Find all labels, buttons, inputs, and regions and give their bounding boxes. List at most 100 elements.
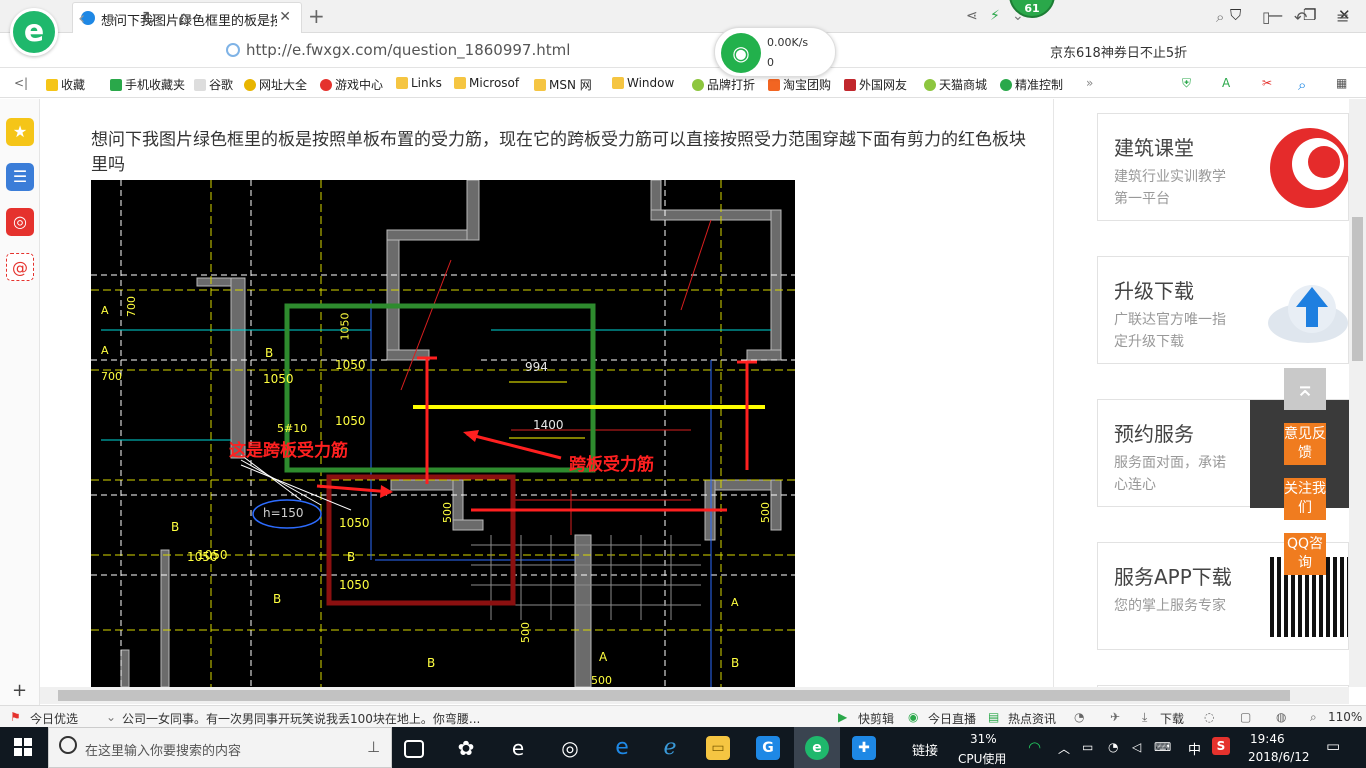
- expand-icon[interactable]: ⌄: [106, 710, 116, 724]
- scroll-thumb[interactable]: [1352, 217, 1363, 361]
- task-view-icon[interactable]: [404, 740, 424, 758]
- phone-icon[interactable]: ▯: [1262, 8, 1270, 26]
- battery-icon[interactable]: ▭: [1082, 740, 1093, 754]
- wifi-tray-icon[interactable]: ◠: [1028, 738, 1041, 756]
- bookmark-item[interactable]: 游戏中心: [320, 76, 383, 93]
- search-promo[interactable]: 京东618神券日不止5折: [1050, 42, 1187, 61]
- speed-icon[interactable]: ◔: [1074, 710, 1084, 724]
- bookmark-item[interactable]: 谷歌: [194, 76, 233, 93]
- vertical-scrollbar[interactable]: [1349, 99, 1366, 687]
- bookmark-item[interactable]: 淘宝团购: [768, 76, 831, 93]
- forward-icon[interactable]: ›: [110, 8, 117, 29]
- dropdown-icon[interactable]: ⌄: [1012, 8, 1024, 24]
- add-sidebar-icon[interactable]: +: [12, 680, 27, 701]
- card-construction-class[interactable]: 建筑课堂 建筑行业实训教学第一平台: [1097, 113, 1349, 221]
- card-desc: 服务面对面，承诺心连心: [1114, 455, 1226, 493]
- windows-start-icon[interactable]: [14, 738, 32, 756]
- network-widget[interactable]: ◉ 0.00K/s 0: [714, 27, 836, 77]
- back-to-top-button[interactable]: ⌅: [1284, 368, 1326, 410]
- lightning-icon[interactable]: ⚡: [990, 8, 1000, 24]
- refresh-icon[interactable]: ↻: [142, 8, 157, 29]
- horizontal-scrollbar[interactable]: [40, 687, 1349, 704]
- new-tab-button[interactable]: +: [308, 4, 325, 28]
- taskbar-search[interactable]: 在这里输入你要搜索的内容 ⊥: [48, 727, 392, 768]
- broom-icon[interactable]: ◌: [1204, 710, 1214, 724]
- ime-indicator[interactable]: 中: [1188, 739, 1201, 758]
- microphone-icon[interactable]: ⊥: [367, 738, 380, 756]
- clock-time[interactable]: 19:46: [1250, 732, 1285, 746]
- undo-icon[interactable]: ↶: [1294, 8, 1307, 27]
- glodon-app-icon[interactable]: G: [756, 736, 780, 760]
- sidebar-toggle-icon[interactable]: <|: [14, 76, 28, 90]
- feedback-button[interactable]: 意见反馈: [1284, 423, 1326, 465]
- address-field[interactable]: http://e.fwxgx.com/question_1860997.html: [226, 41, 646, 61]
- scroll-thumb[interactable]: [58, 690, 1290, 701]
- close-tab-icon[interactable]: ✕: [279, 9, 291, 25]
- grid-icon[interactable]: ▦: [1336, 76, 1347, 90]
- today-picks[interactable]: 今日优选: [30, 710, 78, 727]
- edge-icon[interactable]: e: [610, 736, 634, 760]
- shield-icon[interactable]: ⛨: [1182, 76, 1191, 91]
- bookmark-item[interactable]: MSN 网: [534, 76, 592, 93]
- card-title: 预约服务: [1114, 422, 1194, 446]
- network-icon[interactable]: ◔: [1108, 740, 1118, 754]
- fan-app-icon[interactable]: ✿: [454, 736, 478, 760]
- sogou-icon[interactable]: S: [1212, 737, 1230, 755]
- share-icon[interactable]: ⋖: [966, 8, 978, 24]
- label-right: 跨板受力筋: [569, 455, 654, 475]
- download-link[interactable]: 下载: [1160, 710, 1184, 727]
- reader-icon[interactable]: ☰: [6, 163, 34, 191]
- translate-icon[interactable]: A: [1222, 76, 1230, 90]
- favorites-star-icon[interactable]: ★: [6, 118, 34, 146]
- back-icon[interactable]: ‹: [78, 8, 85, 29]
- pointer-app-icon[interactable]: ✚: [852, 736, 876, 760]
- mute-icon[interactable]: ◍: [1276, 710, 1286, 724]
- ie-e-icon[interactable]: e: [506, 736, 530, 760]
- qq-consult-button[interactable]: QQ咨询: [1284, 533, 1326, 575]
- magnifier-icon[interactable]: ⌕: [1298, 76, 1306, 94]
- link-label[interactable]: 链接: [912, 740, 938, 759]
- bookmark-item[interactable]: 手机收藏夹: [110, 76, 185, 93]
- cad-dim: 500: [591, 674, 612, 687]
- cad-dim: A: [101, 304, 109, 317]
- scissors-icon[interactable]: ✂: [1262, 76, 1272, 90]
- card-upgrade-download[interactable]: 升级下载 广联达官方唯一指定升级下载: [1097, 256, 1349, 364]
- news-ticker[interactable]: 公司一女同事。有一次男同事开玩笑说我丢100块在地上。你弯腰...: [122, 710, 492, 727]
- notification-center-icon[interactable]: ▭: [1326, 737, 1340, 755]
- file-explorer-icon[interactable]: ▭: [706, 736, 730, 760]
- live-link[interactable]: 今日直播: [928, 710, 976, 727]
- clock-date[interactable]: 2018/6/12: [1248, 750, 1310, 764]
- bookmark-item[interactable]: Window: [612, 76, 674, 90]
- browser-task-icon[interactable]: e: [805, 736, 829, 760]
- hot-news-link[interactable]: 热点资讯: [1008, 710, 1056, 727]
- live-icon: ◉: [908, 710, 919, 724]
- shirt-icon[interactable]: ⛉: [1230, 6, 1241, 24]
- browser-logo[interactable]: e: [10, 8, 58, 56]
- home-icon[interactable]: ⌂: [178, 8, 189, 29]
- follow-us-button[interactable]: 关注我们: [1284, 478, 1326, 520]
- more-bookmarks-icon[interactable]: »: [1086, 76, 1093, 90]
- search-icon[interactable]: ⌕: [1216, 8, 1224, 26]
- menu-icon[interactable]: ≡: [1336, 8, 1349, 27]
- kuaijian-link[interactable]: 快剪辑: [858, 710, 894, 727]
- 360-icon[interactable]: ◎: [558, 736, 582, 760]
- bookmark-item[interactable]: 品牌打折: [692, 76, 755, 93]
- bookmark-item[interactable]: 精准控制: [1000, 76, 1063, 93]
- pin-icon[interactable]: ✈: [1110, 710, 1120, 724]
- bookmark-item[interactable]: 网址大全: [244, 76, 307, 93]
- bookmark-item[interactable]: Microsof: [454, 76, 519, 90]
- zoom-level[interactable]: 110%: [1328, 710, 1362, 724]
- bookmark-item[interactable]: 收藏: [46, 76, 85, 93]
- bookmark-item[interactable]: 天猫商城: [924, 76, 987, 93]
- window-icon[interactable]: ▢: [1240, 710, 1251, 724]
- tray-expand-icon[interactable]: ︿: [1058, 740, 1070, 757]
- ie-icon[interactable]: ℯ: [658, 736, 682, 760]
- weibo-icon[interactable]: ◎: [6, 208, 34, 236]
- dim-1400: 1400: [533, 418, 564, 432]
- volume-icon[interactable]: ◁: [1132, 740, 1141, 754]
- bookmark-item[interactable]: 外国网友: [844, 76, 907, 93]
- bookmark-item[interactable]: Links: [396, 76, 442, 90]
- email-icon[interactable]: @: [6, 253, 34, 281]
- keyboard-icon[interactable]: ⌨: [1154, 740, 1171, 754]
- security-icon: [226, 43, 240, 57]
